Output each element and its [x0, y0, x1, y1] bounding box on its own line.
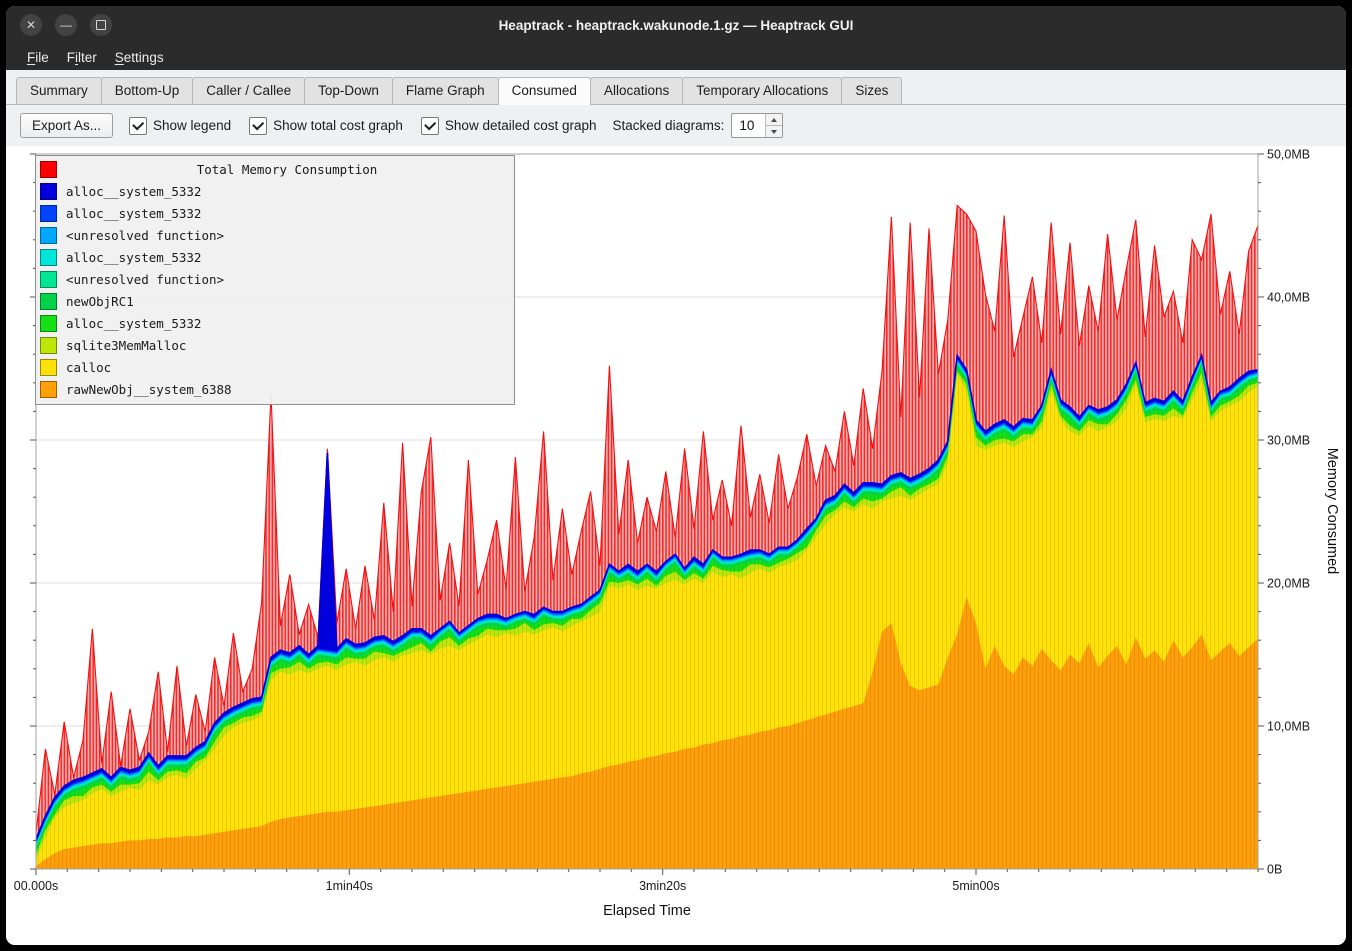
- tab-allocations[interactable]: Allocations: [590, 77, 683, 104]
- menu-filter[interactable]: Filter: [58, 47, 106, 68]
- tab-caller-callee[interactable]: Caller / Callee: [192, 77, 305, 104]
- legend-color-swatch: [40, 161, 57, 178]
- menu-settings[interactable]: Settings: [106, 47, 173, 68]
- legend-color-swatch: [40, 381, 57, 398]
- legend-color-swatch: [40, 293, 57, 310]
- checkbox-icon: [421, 117, 439, 135]
- x-axis-tick-label: 3min20s: [639, 879, 686, 893]
- close-icon[interactable]: ✕: [20, 14, 42, 36]
- menu-bar: FileFilterSettings: [6, 44, 1346, 70]
- legend-item: newObjRC1: [40, 290, 508, 312]
- arrow-down-icon: [771, 130, 777, 134]
- show-legend-checkbox[interactable]: Show legend: [129, 117, 231, 135]
- y-axis-tick-label: 0B: [1267, 863, 1282, 877]
- legend-color-swatch: [40, 249, 57, 266]
- chart-panel: 0B 10,0MB 20,0MB 30,0MB 40,0MB 50,0MB 00.000s 1…: [6, 146, 1346, 945]
- legend-color-swatch: [40, 183, 57, 200]
- show-total-cost-graph-checkbox[interactable]: Show total cost graph: [249, 117, 403, 135]
- tab-top-down[interactable]: Top-Down: [304, 77, 393, 104]
- legend-label: alloc__system_5332: [66, 184, 201, 199]
- tab-summary[interactable]: Summary: [16, 77, 102, 104]
- legend-color-swatch: [40, 337, 57, 354]
- legend-label: alloc__system_5332: [66, 206, 201, 221]
- legend-item: <unresolved function>: [40, 224, 508, 246]
- legend-label: sqlite3MemMalloc: [66, 338, 186, 353]
- checkbox-label: Show legend: [153, 118, 231, 133]
- legend-item: alloc__system_5332: [40, 180, 508, 202]
- legend-item: alloc__system_5332: [40, 246, 508, 268]
- export-as-button[interactable]: Export As...: [20, 113, 113, 138]
- y-axis-tick-label: 10,0MB: [1267, 720, 1310, 734]
- checkbox-label: Show detailed cost graph: [445, 118, 597, 133]
- tab-bottom-up[interactable]: Bottom-Up: [101, 77, 194, 104]
- legend-item: <unresolved function>: [40, 268, 508, 290]
- y-axis-tick-label: 40,0MB: [1267, 291, 1310, 305]
- spinbox-buttons: [765, 114, 782, 137]
- stacked-diagrams-label: Stacked diagrams:: [613, 118, 725, 133]
- y-axis-tick-label: 30,0MB: [1267, 434, 1310, 448]
- legend-label: alloc__system_5332: [66, 316, 201, 331]
- x-axis-tick-label: 00.000s: [14, 879, 58, 893]
- window-title: Heaptrack - heaptrack.wakunode.1.gz — He…: [6, 18, 1346, 33]
- legend-item: sqlite3MemMalloc: [40, 334, 508, 356]
- legend-label: <unresolved function>: [66, 228, 224, 243]
- legend-item: alloc__system_5332: [40, 202, 508, 224]
- legend-color-swatch: [40, 271, 57, 288]
- legend-color-swatch: [40, 359, 57, 376]
- legend-item: calloc: [40, 356, 508, 378]
- legend-item: alloc__system_5332: [40, 312, 508, 334]
- legend-label: Total Memory Consumption: [66, 162, 508, 177]
- toolbar: Export As... Show legend Show total cost …: [6, 105, 1346, 146]
- show-detailed-cost-graph-checkbox[interactable]: Show detailed cost graph: [421, 117, 597, 135]
- legend-item: rawNewObj__system_6388: [40, 378, 508, 400]
- tab-consumed[interactable]: Consumed: [498, 77, 591, 105]
- legend-label: newObjRC1: [66, 294, 134, 309]
- minimize-icon[interactable]: —: [55, 14, 77, 36]
- legend-label: rawNewObj__system_6388: [66, 382, 232, 397]
- stacked-diagrams-spinbox[interactable]: 10: [731, 113, 783, 138]
- legend-title: Total Memory Consumption: [40, 158, 508, 180]
- legend-label: calloc: [66, 360, 111, 375]
- x-axis-tick-label: 5min00s: [952, 879, 999, 893]
- main-area: SummaryBottom-UpCaller / CalleeTop-DownF…: [6, 70, 1346, 945]
- toolbar-checkboxes: Show legend Show total cost graph Show det…: [129, 117, 597, 135]
- legend-color-swatch: [40, 315, 57, 332]
- title-bar[interactable]: ✕ — Heaptrack - heaptrack.wakunode.1.gz …: [6, 6, 1346, 44]
- legend-color-swatch: [40, 227, 57, 244]
- legend-label: alloc__system_5332: [66, 250, 201, 265]
- checkbox-label: Show total cost graph: [273, 118, 403, 133]
- tab-temporary-allocations[interactable]: Temporary Allocations: [682, 77, 842, 104]
- menu-file[interactable]: File: [18, 47, 58, 68]
- spin-down-button[interactable]: [766, 125, 782, 137]
- legend-color-swatch: [40, 205, 57, 222]
- checkbox-icon: [129, 117, 147, 135]
- spinbox-value[interactable]: 10: [732, 114, 765, 137]
- stacked-diagrams-control: Stacked diagrams: 10: [613, 113, 784, 138]
- tab-sizes[interactable]: Sizes: [841, 77, 902, 104]
- maximize-icon[interactable]: [90, 14, 112, 36]
- y-axis-tick-label: 50,0MB: [1267, 148, 1310, 162]
- legend-label: <unresolved function>: [66, 272, 224, 287]
- y-axis-tick-label: 20,0MB: [1267, 577, 1310, 591]
- spin-up-button[interactable]: [766, 114, 782, 125]
- y-axis-title: Memory Consumed: [1324, 448, 1340, 575]
- tab-bar: SummaryBottom-UpCaller / CalleeTop-DownF…: [6, 70, 1346, 105]
- window-controls: ✕ —: [20, 6, 112, 44]
- tab-flame-graph[interactable]: Flame Graph: [392, 77, 499, 104]
- heaptrack-window: ✕ — Heaptrack - heaptrack.wakunode.1.gz …: [6, 6, 1346, 945]
- checkbox-icon: [249, 117, 267, 135]
- x-axis-title: Elapsed Time: [603, 903, 691, 919]
- chart-legend: Total Memory Consumption alloc__system_53…: [35, 155, 515, 405]
- x-axis-tick-label: 1min40s: [326, 879, 373, 893]
- arrow-up-icon: [771, 118, 777, 122]
